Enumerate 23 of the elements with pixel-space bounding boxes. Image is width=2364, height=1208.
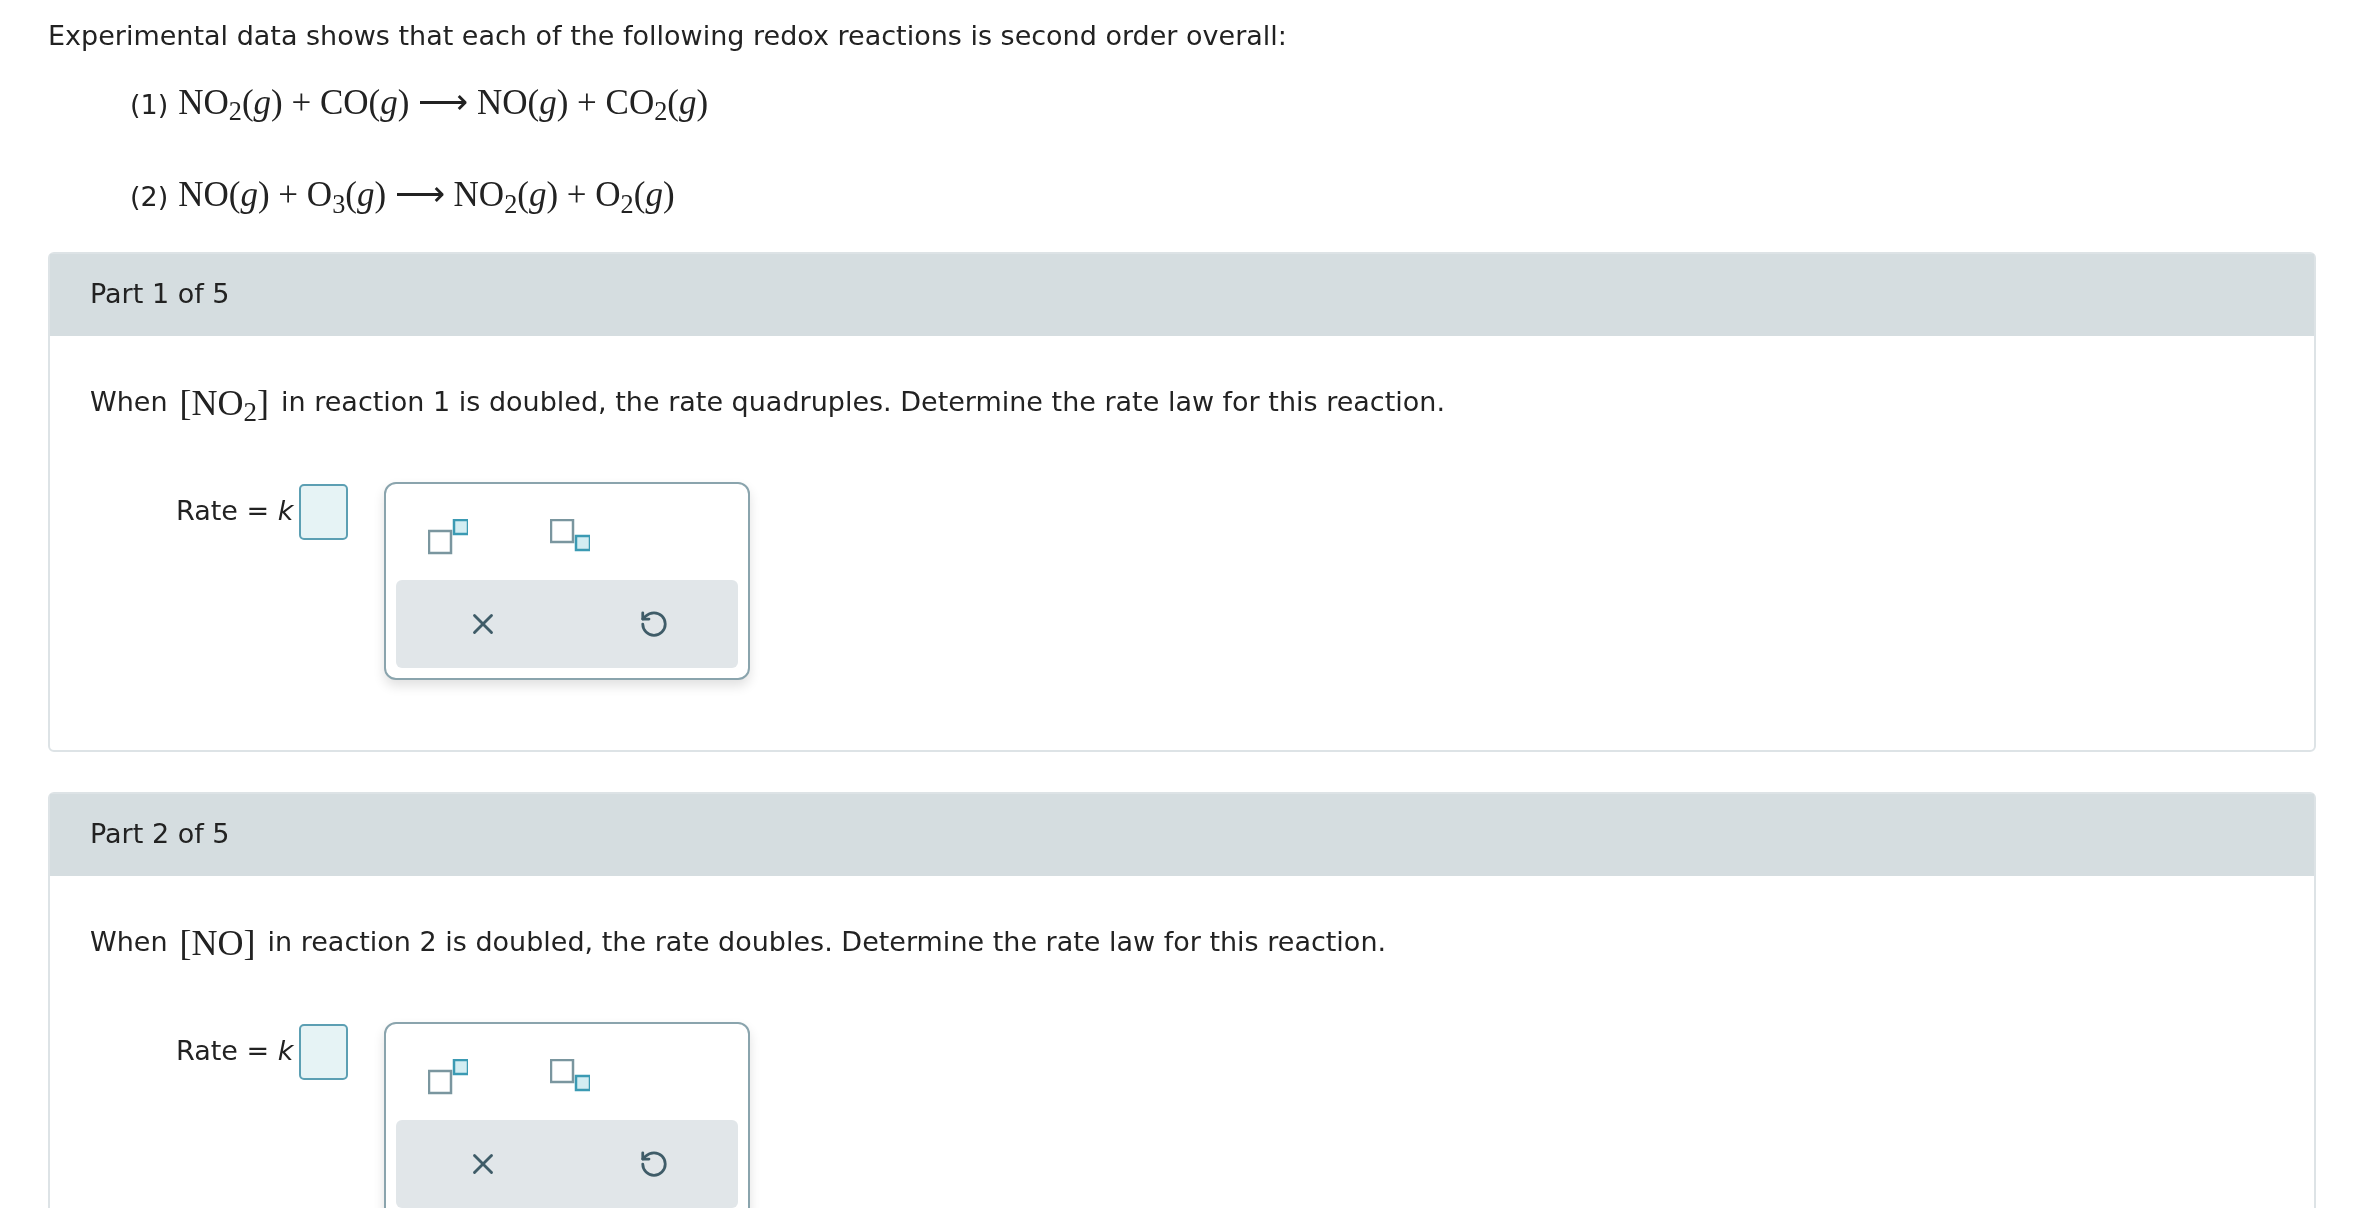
question-text: in reaction 2 is doubled, the rate doubles. Determine the rate law for this reaction. — [267, 925, 1387, 960]
superscript-icon — [428, 518, 469, 555]
undo-icon — [638, 1148, 669, 1179]
rate-label: Rate = k — [176, 494, 294, 529]
species-formula: [NO$_{2}$] — [179, 381, 270, 430]
equation-number: (2) — [130, 180, 169, 214]
superscript-button[interactable] — [426, 516, 471, 557]
question-text: When — [90, 385, 168, 420]
intro-text: Experimental data shows that each of the following redox reactions is second order overall: — [47, 19, 1288, 53]
question-text: When — [90, 925, 168, 960]
superscript-icon — [428, 1058, 469, 1095]
equation: NO(g) + O$_{3}$(g) ⟶ NO$_{2}$(g) + O$_{2}$(g) — [178, 174, 675, 221]
superscript-button[interactable] — [426, 1056, 471, 1097]
undo-icon — [638, 608, 669, 639]
rate-label: Rate = k — [176, 1034, 294, 1069]
part-header: Part 2 of 5 — [50, 793, 2314, 876]
species-formula: [NO] — [179, 921, 256, 965]
part-header: Part 1 of 5 — [50, 253, 2314, 336]
equation: NO$_{2}$(g) + CO(g) ⟶ NO(g) + CO$_{2}$(g) — [178, 81, 709, 129]
answer-field[interactable] — [299, 1023, 349, 1080]
answer-field[interactable] — [299, 483, 349, 540]
equation-number: (1) — [130, 87, 169, 122]
question-text: in reaction 1 is doubled, the rate quadruples. Determine the rate law for this reaction. — [281, 385, 1445, 420]
